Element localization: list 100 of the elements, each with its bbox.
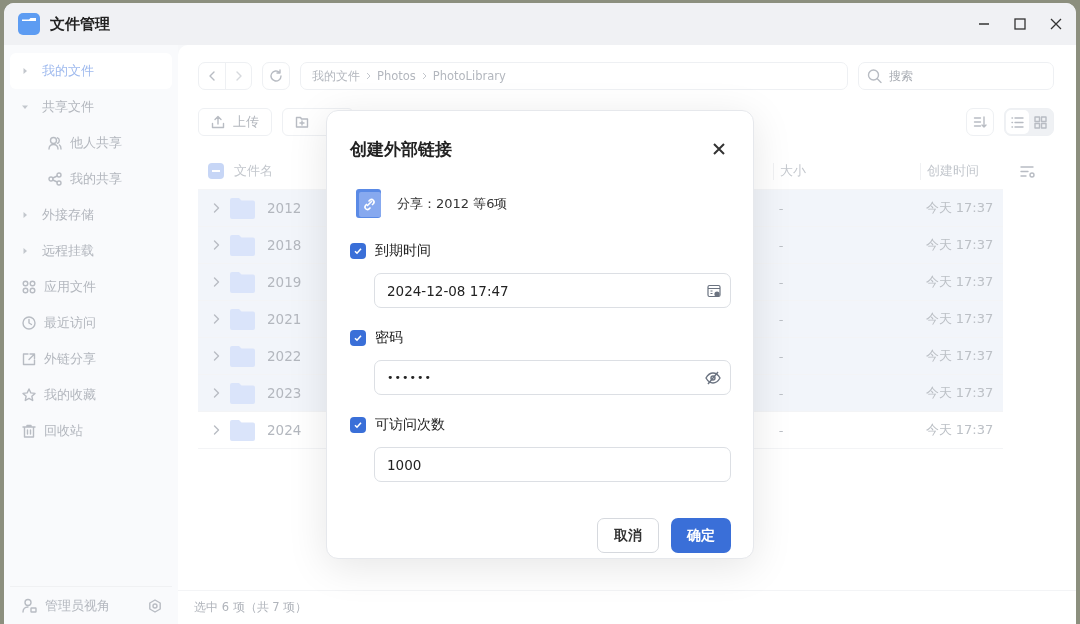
- option-checkbox[interactable]: [350, 330, 366, 346]
- close-icon[interactable]: [1050, 18, 1062, 30]
- column-settings-icon[interactable]: [1020, 165, 1037, 178]
- confirm-button[interactable]: 确定: [671, 518, 731, 553]
- trash-icon: [22, 424, 36, 438]
- checkmark-icon: [353, 420, 363, 430]
- sidebar-item[interactable]: 共享文件: [10, 89, 172, 125]
- chevron-icon[interactable]: [213, 388, 220, 398]
- option-checkbox[interactable]: [350, 243, 366, 259]
- breadcrumb-link[interactable]: Photos: [377, 69, 416, 83]
- sidebar-item[interactable]: 应用文件: [10, 269, 172, 305]
- share-summary: 分享：2012 等6项: [397, 195, 508, 213]
- chevron-icon[interactable]: [213, 351, 220, 361]
- admin-view-label[interactable]: 管理员视角: [45, 596, 110, 615]
- table-cell-text: -: [777, 348, 785, 364]
- grid-icon: [22, 280, 36, 294]
- share-icon: [22, 352, 36, 366]
- folder-icon: [230, 197, 255, 219]
- sidebar-item[interactable]: 我的文件: [10, 53, 172, 89]
- chevron-icon[interactable]: [213, 277, 220, 287]
- dialog-title: 创建外部链接: [350, 137, 452, 161]
- sort-button[interactable]: [966, 108, 994, 136]
- folder-icon: [230, 419, 255, 441]
- app-logo-icon: [18, 13, 40, 35]
- caret-icon[interactable]: [22, 68, 28, 74]
- refresh-icon: [269, 69, 283, 83]
- sidebar-item[interactable]: 远程挂载: [10, 233, 172, 269]
- search-field[interactable]: 搜索: [858, 62, 1054, 90]
- search-icon: [867, 68, 882, 84]
- upload-icon: [211, 115, 225, 129]
- sidebar-item[interactable]: 外链分享: [10, 341, 172, 377]
- sidebar-item[interactable]: 他人共享: [10, 125, 172, 161]
- table-cell-text: -: [777, 237, 785, 253]
- caret-icon[interactable]: [22, 104, 28, 110]
- cancel-button[interactable]: 取消: [597, 518, 659, 553]
- folder-icon: [230, 234, 255, 256]
- chevron-icon: [421, 72, 427, 80]
- table-cell-text: -: [777, 200, 785, 216]
- settings-icon[interactable]: [148, 598, 162, 613]
- folder-name: 2018: [267, 237, 302, 253]
- folder-name: 2012: [267, 200, 302, 216]
- option-label: 到期时间: [375, 242, 431, 260]
- star-icon: [22, 388, 36, 402]
- link-file-icon: [356, 189, 383, 219]
- minus-icon: [212, 170, 220, 172]
- select-all-checkbox[interactable]: [208, 163, 224, 179]
- window-title: 文件管理: [50, 14, 110, 34]
- calendar-icon[interactable]: [707, 283, 721, 298]
- clock-icon: [22, 316, 36, 330]
- status-text: 选中 6 项（共 7 项）: [194, 600, 308, 615]
- folder-icon: [230, 308, 255, 330]
- grid-icon: [1034, 115, 1047, 129]
- folder-icon: [230, 382, 255, 404]
- sort-icon: [973, 115, 987, 129]
- breadcrumb-link[interactable]: PhotoLibrary: [432, 69, 506, 83]
- breadcrumb-link[interactable]: 我的文件: [312, 68, 360, 84]
- sidebar-item[interactable]: 最近访问: [10, 305, 172, 341]
- table-cell-text: -: [777, 274, 785, 290]
- column-header[interactable]: 大小: [772, 162, 920, 180]
- checkmark-icon: [353, 333, 363, 343]
- option-label: 密码: [375, 329, 403, 347]
- refresh-button[interactable]: [262, 62, 290, 90]
- caret-icon[interactable]: [22, 212, 28, 218]
- folder-icon: [230, 271, 255, 293]
- folder-name: 2019: [267, 274, 302, 290]
- folder-name: 2023: [267, 385, 302, 401]
- input-field[interactable]: 1000: [374, 447, 731, 482]
- chevron-icon[interactable]: [213, 314, 220, 324]
- table-cell-text: -: [777, 385, 785, 401]
- folder-name: 2022: [267, 348, 302, 364]
- sidebar-item[interactable]: 我的共享: [10, 161, 172, 197]
- caret-icon[interactable]: [22, 248, 28, 254]
- folder-icon: [230, 345, 255, 367]
- column-header[interactable]: 创建时间: [919, 162, 1003, 180]
- chevron-left-icon: [208, 71, 216, 81]
- maximize-icon[interactable]: [1014, 18, 1026, 30]
- password-field[interactable]: ••••••: [374, 360, 731, 395]
- folder-name: 2021: [267, 311, 302, 327]
- option-checkbox[interactable]: [350, 417, 366, 433]
- list-icon: [1011, 115, 1024, 129]
- eye-off-icon[interactable]: [705, 370, 721, 385]
- checkmark-icon: [353, 246, 363, 256]
- sidebar-item[interactable]: 我的收藏: [10, 377, 172, 413]
- folder-name: 2024: [267, 422, 302, 438]
- chevron-icon[interactable]: [213, 203, 220, 213]
- users-icon: [48, 136, 62, 150]
- table-cell-text: -: [777, 311, 785, 327]
- share-nodes-icon: [48, 172, 62, 186]
- date-field[interactable]: 2024-12-08 17:47: [374, 273, 731, 308]
- chevron-icon: [366, 72, 371, 80]
- table-cell-text: -: [777, 422, 785, 438]
- upload-button[interactable]: 上传: [198, 108, 272, 136]
- table-cell-text: 今天 17:37: [924, 421, 995, 439]
- chevron-icon[interactable]: [213, 240, 220, 250]
- sidebar-item[interactable]: 外接存储: [10, 197, 172, 233]
- chevron-icon[interactable]: [213, 425, 220, 435]
- chevron-right-icon: [234, 71, 243, 81]
- column-header[interactable]: 文件名: [234, 162, 273, 180]
- list-view-button[interactable]: [1006, 110, 1029, 134]
- sidebar-item[interactable]: 回收站: [10, 413, 172, 449]
